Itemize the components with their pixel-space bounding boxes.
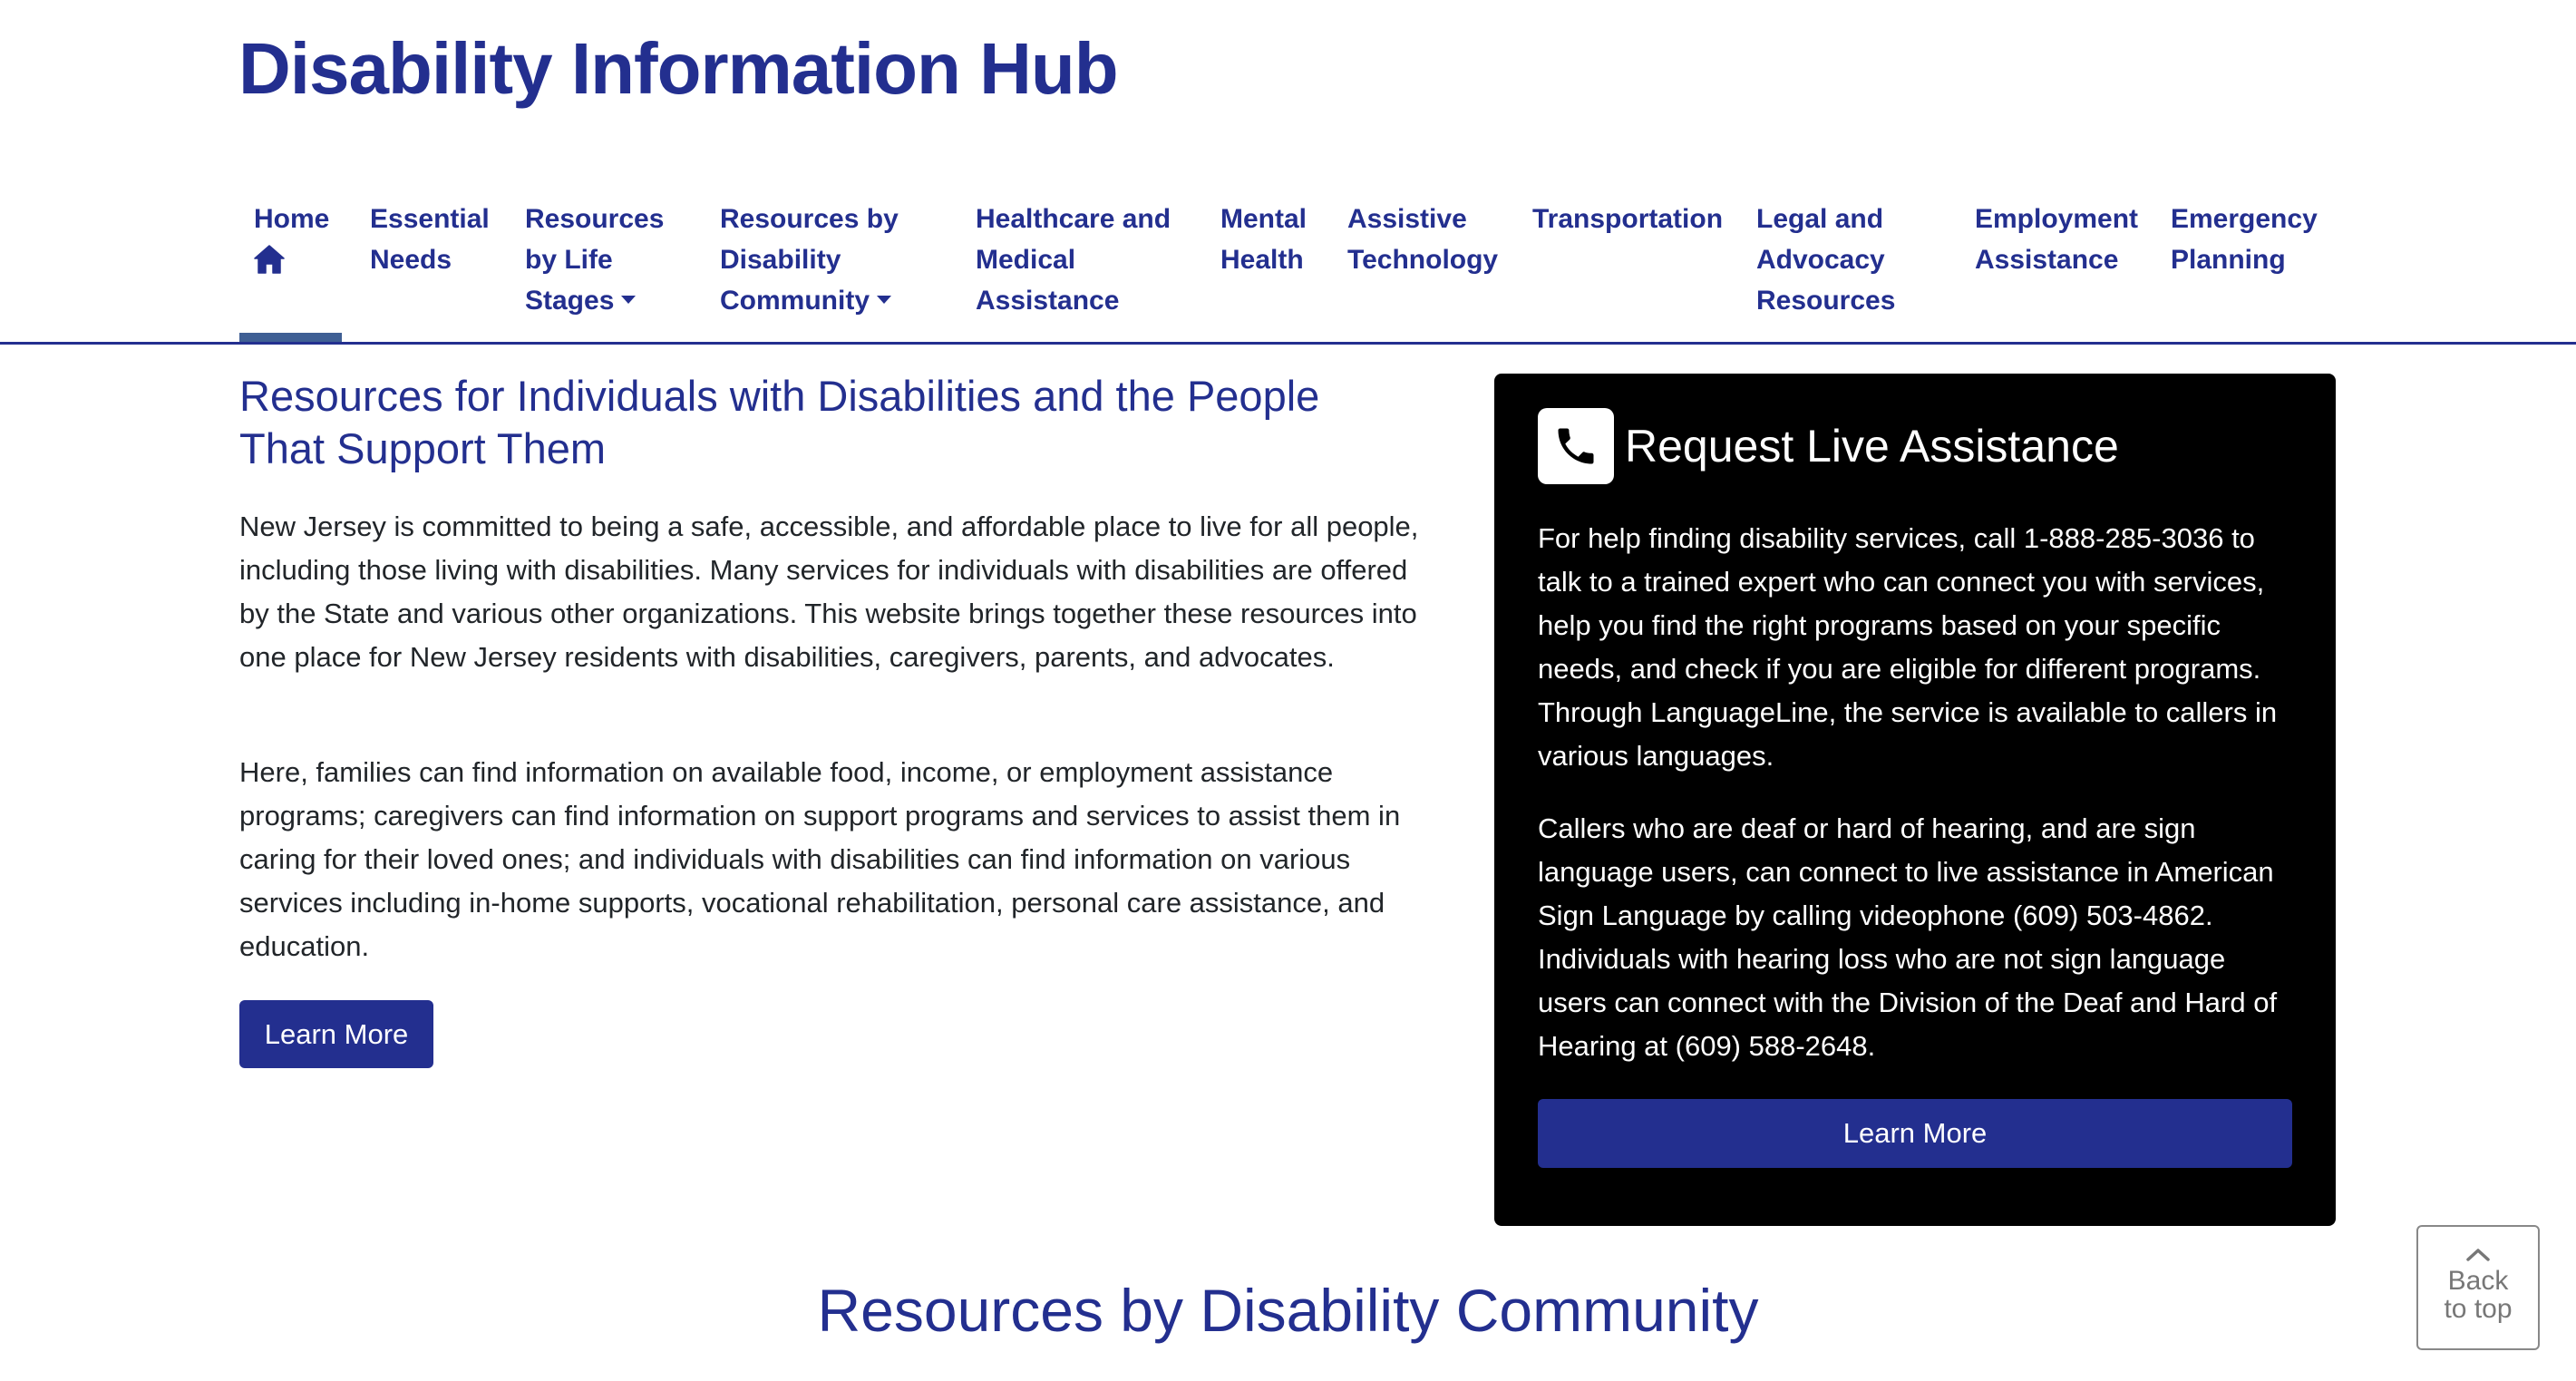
back-to-top-button[interactable]: Back to top — [2416, 1225, 2540, 1350]
nav-item-label: Emergency — [2171, 204, 2318, 234]
phone-icon — [1558, 428, 1594, 464]
nav-item-label: Healthcare and — [976, 204, 1171, 234]
nav-item-label: by Life — [525, 245, 613, 275]
nav-divider — [0, 342, 2576, 345]
nav-item-label: Resources — [525, 204, 665, 234]
main-navigation: Home Essential Needs Resources by Life S… — [0, 0, 2576, 345]
section-heading: Resources by Disability Community — [817, 1277, 1759, 1344]
nav-item-label: Mental — [1220, 204, 1307, 234]
nav-item-label: Health — [1220, 245, 1304, 275]
nav-item-label: Resources by — [720, 204, 899, 234]
nav-item-mental-health[interactable]: Mental Health — [1220, 199, 1307, 280]
nav-item-label: Stages — [525, 286, 615, 316]
back-to-top-label: Back — [2447, 1266, 2509, 1296]
live-assistance-card: Request Live Assistance For help finding… — [1494, 374, 2336, 1226]
nav-item-legal-and-advocacy-resources[interactable]: Legal and Advocacy Resources — [1756, 199, 1895, 321]
nav-item-essential-needs[interactable]: Essential Needs — [370, 199, 490, 280]
nav-item-home[interactable]: Home — [254, 199, 329, 274]
nav-item-label: Assistance — [976, 286, 1120, 316]
nav-item-label: Assistive — [1347, 204, 1467, 234]
nav-item-label: Assistance — [1975, 245, 2119, 275]
nav-item-label: Legal and — [1756, 204, 1884, 234]
live-assistance-learn-more-button[interactable]: Learn More — [1538, 1099, 2292, 1168]
live-assistance-paragraph: For help finding disability services, ca… — [1538, 522, 2278, 772]
intro-learn-more-button[interactable]: Learn More — [239, 1000, 433, 1068]
intro-paragraph: Here, families can find information on a… — [239, 756, 1401, 962]
nav-item-emergency-planning[interactable]: Emergency Planning — [2171, 199, 2318, 280]
nav-item-label: Technology — [1347, 245, 1499, 275]
intro-heading: Resources for Individuals with Disabilit… — [239, 372, 1320, 472]
phone-icon-box — [1538, 408, 1614, 484]
nav-item-label: Resources — [1756, 286, 1896, 316]
caret-down-icon — [621, 295, 637, 304]
home-icon — [254, 245, 285, 274]
nav-item-label: Employment — [1975, 204, 2139, 234]
nav-item-healthcare-and-medical-assistance[interactable]: Healthcare and Medical Assistance — [976, 199, 1171, 321]
nav-item-label: Transportation — [1532, 204, 1724, 234]
caret-down-icon — [877, 295, 891, 304]
nav-item-label: Essential — [370, 204, 490, 234]
nav-item-label: Community — [720, 286, 870, 316]
nav-item-label: Advocacy — [1756, 245, 1885, 275]
live-assistance-title: Request Live Assistance — [1625, 421, 2119, 472]
nav-item-label: Home — [254, 204, 330, 234]
nav-item-label: Medical — [976, 245, 1076, 275]
nav-item-assistive-technology[interactable]: Assistive Technology — [1347, 199, 1498, 280]
back-to-top-label: to top — [2444, 1294, 2513, 1324]
nav-item-label: Planning — [2171, 245, 2286, 275]
nav-item-employment-assistance[interactable]: Employment Assistance — [1975, 199, 2138, 280]
chevron-up-icon — [2466, 1249, 2490, 1261]
nav-item-label: Disability — [720, 245, 841, 275]
live-assistance-paragraph: Callers who are deaf or hard of hearing,… — [1538, 812, 2278, 1062]
nav-item-label: Needs — [370, 245, 452, 275]
nav-item-resources-by-disability-community[interactable]: Resources by Disability Community — [720, 199, 899, 321]
nav-item-transportation[interactable]: Transportation — [1532, 199, 1723, 239]
intro-paragraph: New Jersey is committed to being a safe,… — [239, 511, 1419, 673]
nav-item-resources-by-life-stages[interactable]: Resources by Life Stages — [525, 199, 664, 321]
